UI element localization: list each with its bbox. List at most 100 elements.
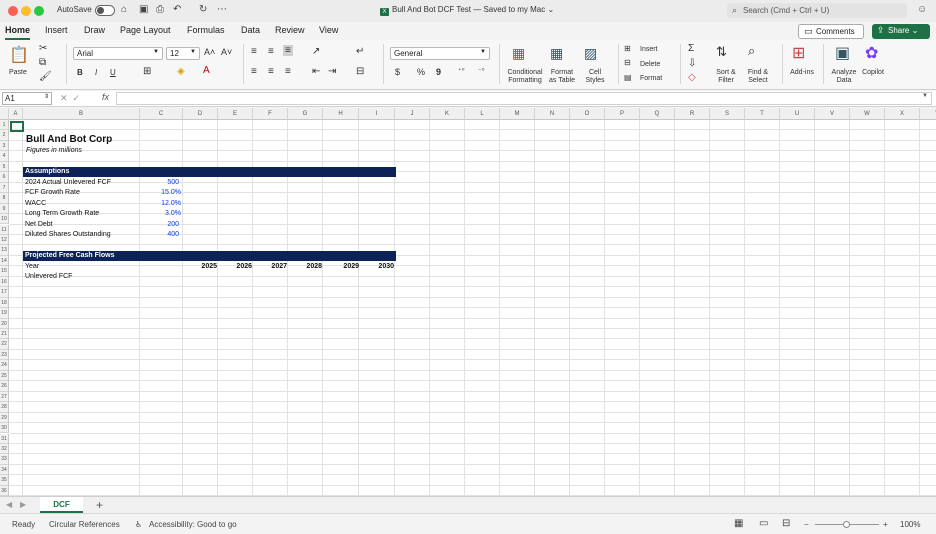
collaborate-icon[interactable]: ☺ xyxy=(917,4,927,15)
row-header[interactable]: 20 xyxy=(0,318,9,329)
tab-draw[interactable]: Draw xyxy=(84,25,105,35)
copilot-icon[interactable]: ✿ xyxy=(865,43,878,63)
autosum-icon[interactable]: Σ xyxy=(688,43,694,54)
row-header[interactable]: 11 xyxy=(0,224,9,235)
assumption-value[interactable]: 500 xyxy=(140,178,179,188)
sheet-tab-dcf[interactable]: DCF xyxy=(40,497,83,513)
assumption-label[interactable]: WACC xyxy=(25,199,46,209)
find-icon[interactable]: ⌕ xyxy=(748,43,755,59)
align-bottom-icon[interactable]: ≡ xyxy=(283,45,293,56)
assumption-label[interactable]: FCF Growth Rate xyxy=(25,188,80,198)
add-ins-button[interactable]: Add-ins xyxy=(788,69,816,77)
column-header[interactable]: G xyxy=(288,108,323,120)
more-icon[interactable]: ⋯ xyxy=(217,4,227,15)
add-ins-icon[interactable]: ⊞ xyxy=(792,43,805,63)
tab-home[interactable]: Home xyxy=(5,25,31,40)
page-layout-view-icon[interactable]: ▭ xyxy=(759,518,768,529)
bold-button[interactable]: B xyxy=(77,68,83,77)
insert-cells-icon[interactable]: ⊞ xyxy=(624,44,631,53)
column-header[interactable]: F xyxy=(253,108,288,120)
cell-styles-label[interactable]: Cell Styles xyxy=(582,69,608,85)
row-header[interactable]: 31 xyxy=(0,433,9,444)
row-header[interactable]: 25 xyxy=(0,370,9,382)
tab-page-layout[interactable]: Page Layout xyxy=(120,25,171,35)
selected-cell-a1[interactable] xyxy=(10,121,24,132)
accessibility-status[interactable]: Accessibility: Good to go xyxy=(149,520,237,529)
assumption-value[interactable]: 12.0% xyxy=(140,199,181,209)
year-label[interactable]: Year xyxy=(25,262,39,272)
company-name[interactable]: Bull And Bot Corp xyxy=(26,135,112,145)
tab-insert[interactable]: Insert xyxy=(45,25,68,35)
row-header[interactable]: 28 xyxy=(0,402,9,413)
row-header[interactable]: 17 xyxy=(0,287,9,298)
delete-cells-button[interactable]: Delete xyxy=(640,61,660,69)
column-header[interactable]: E xyxy=(218,108,253,120)
column-header[interactable]: X xyxy=(885,108,920,120)
row-header[interactable]: 3 xyxy=(0,140,9,152)
zoom-slider-handle[interactable] xyxy=(843,521,850,528)
font-size-select[interactable]: 12 ▼ xyxy=(166,47,200,60)
column-header[interactable]: A xyxy=(9,108,23,120)
column-header[interactable]: R xyxy=(675,108,710,120)
row-header[interactable]: 2 xyxy=(0,130,9,141)
font-color-icon[interactable]: A xyxy=(203,65,210,76)
tab-data[interactable]: Data xyxy=(241,25,260,35)
decrease-font-icon[interactable]: A˅ xyxy=(221,47,232,57)
tab-view[interactable]: View xyxy=(319,25,338,35)
row-header[interactable]: 30 xyxy=(0,423,9,434)
format-cells-icon[interactable]: ▤ xyxy=(624,73,632,82)
normal-view-icon[interactable]: ▦ xyxy=(734,518,743,529)
add-sheet-icon[interactable]: + xyxy=(96,498,103,512)
cancel-confirm-icons[interactable]: ✕ ✓ xyxy=(60,93,80,104)
column-header[interactable]: V xyxy=(815,108,850,120)
currency-button[interactable]: $ xyxy=(395,67,400,77)
fill-icon[interactable]: ⇩ xyxy=(688,58,696,69)
row-header[interactable]: 5 xyxy=(0,161,9,173)
row-header[interactable]: 24 xyxy=(0,360,9,371)
next-sheet-icon[interactable]: ▶ xyxy=(20,500,26,509)
assumption-value[interactable]: 15.0% xyxy=(140,188,181,198)
clear-icon[interactable]: ◇ xyxy=(688,72,696,83)
format-as-table-label[interactable]: Format as Table xyxy=(545,69,579,85)
redo-icon[interactable]: ↻ xyxy=(199,4,207,15)
row-header[interactable]: 6 xyxy=(0,172,9,183)
column-header[interactable]: N xyxy=(535,108,570,120)
document-title[interactable]: X Bull And Bot DCF Test — Saved to my Mac… xyxy=(380,5,554,16)
row-header[interactable]: 8 xyxy=(0,193,9,204)
percent-button[interactable]: % xyxy=(417,67,425,77)
column-header[interactable]: H xyxy=(323,108,359,120)
row-header[interactable]: 1 xyxy=(0,120,9,131)
merge-center-icon[interactable]: ⊟ xyxy=(356,66,364,77)
assumption-label[interactable]: 2024 Actual Unlevered FCF xyxy=(25,178,111,188)
fcf-label[interactable]: Unlevered FCF xyxy=(25,272,72,282)
assumption-label[interactable]: Long Term Growth Rate xyxy=(25,209,99,219)
column-header[interactable]: P xyxy=(605,108,640,120)
row-header[interactable]: 33 xyxy=(0,454,9,465)
projection-header[interactable]: Projected Free Cash Flows xyxy=(23,251,396,261)
row-header[interactable]: 18 xyxy=(0,297,9,309)
select-all-corner[interactable] xyxy=(0,108,9,120)
row-header[interactable]: 35 xyxy=(0,475,9,486)
sort-filter-icon[interactable]: ⇅ xyxy=(716,44,727,60)
column-header[interactable]: T xyxy=(745,108,780,120)
row-header[interactable]: 14 xyxy=(0,255,9,267)
column-header[interactable]: J xyxy=(395,108,430,120)
row-header[interactable]: 26 xyxy=(0,381,9,392)
tab-formulas[interactable]: Formulas xyxy=(187,25,225,35)
conditional-formatting-icon[interactable]: ▦ xyxy=(512,45,525,62)
save-icon[interactable]: ▣ xyxy=(139,4,148,15)
row-header[interactable]: 19 xyxy=(0,308,9,319)
share-button[interactable]: ⇪ Share ⌄ xyxy=(872,24,930,39)
column-header[interactable]: B xyxy=(23,108,140,120)
year-cell[interactable]: 2030 xyxy=(360,262,394,272)
align-right-icon[interactable]: ≡ xyxy=(285,66,291,77)
comma-button[interactable]: 9 xyxy=(436,67,441,77)
zoom-in-icon[interactable]: + xyxy=(883,520,888,529)
zoom-out-icon[interactable]: − xyxy=(804,520,809,529)
row-header[interactable]: 12 xyxy=(0,234,9,246)
column-header[interactable]: C xyxy=(140,108,183,120)
number-format-select[interactable]: General ▼ xyxy=(390,47,490,60)
assumption-value[interactable]: 200 xyxy=(140,220,179,230)
zoom-window-button[interactable] xyxy=(34,6,44,16)
cell-styles-icon[interactable]: ▨ xyxy=(584,45,597,62)
